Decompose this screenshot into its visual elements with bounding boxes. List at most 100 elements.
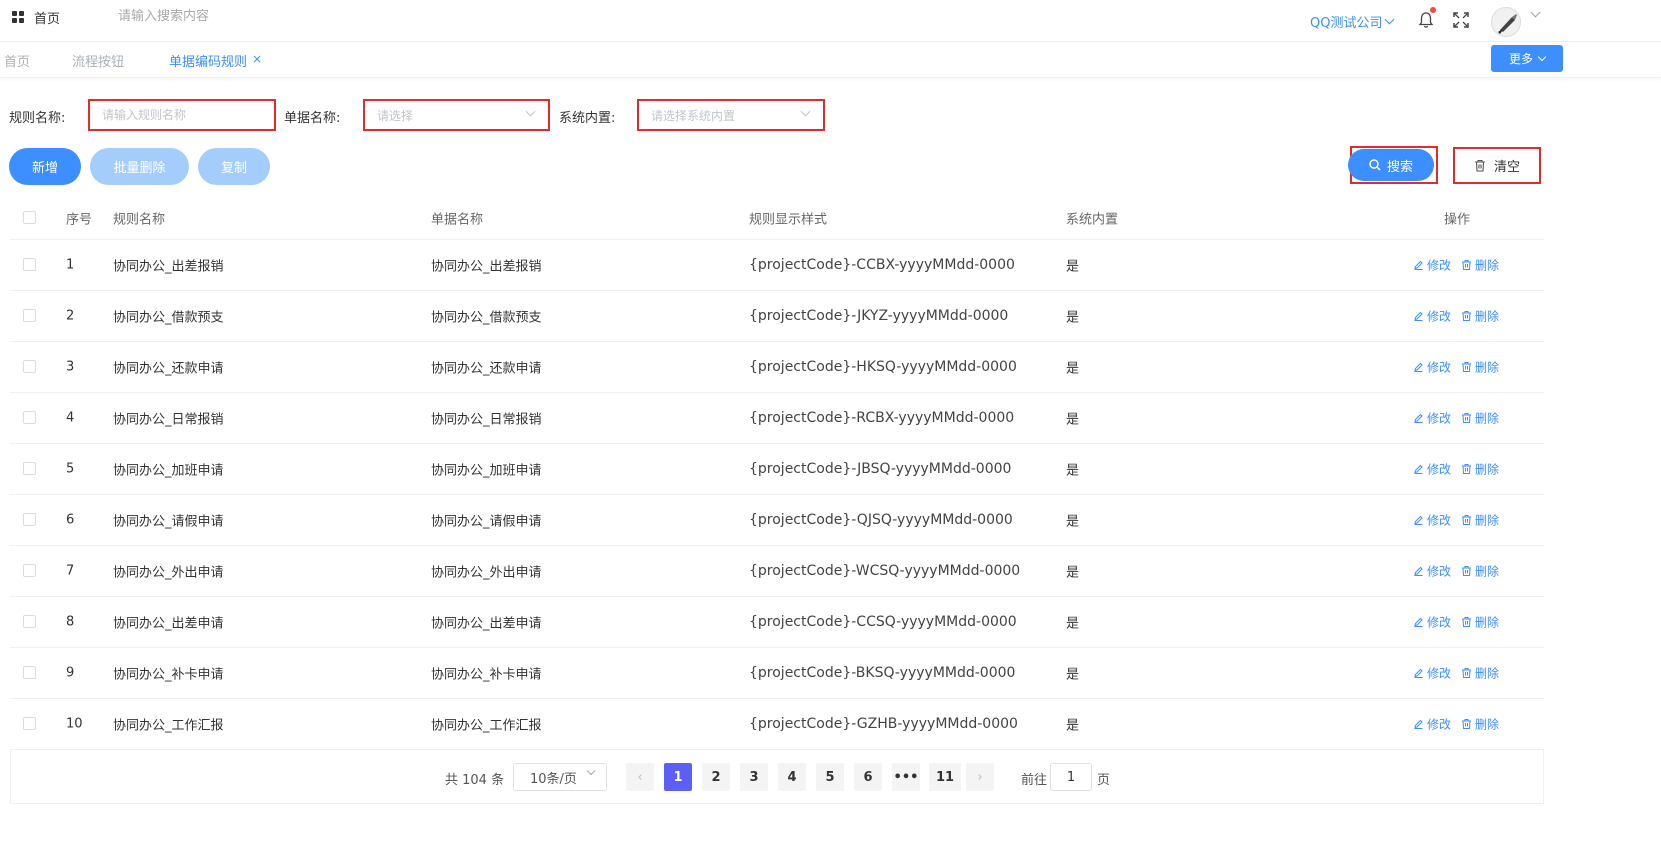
avatar[interactable] — [1491, 7, 1521, 37]
edit-label: 修改 — [1427, 615, 1452, 630]
row-doc-name: 协同办公_日常报销 — [431, 412, 542, 428]
row-checkbox[interactable] — [23, 564, 36, 577]
delete-button[interactable]: 删除 — [1461, 716, 1499, 733]
system-builtin-placeholder: 请选择系统内置 — [651, 108, 736, 123]
page-button[interactable]: 6 — [854, 763, 882, 791]
table-body: 1 协同办公_出差报销 协同办公_出差报销 {projectCode}-CCBX-yy… — [10, 240, 1544, 750]
delete-button[interactable]: 删除 — [1461, 461, 1499, 478]
home-link[interactable]: 首页 — [34, 8, 60, 27]
close-icon[interactable]: × — [252, 52, 262, 66]
delete-button[interactable]: 删除 — [1461, 308, 1499, 325]
delete-button[interactable]: 删除 — [1461, 359, 1499, 376]
add-button[interactable]: 新增 — [9, 148, 81, 185]
row-display-style: {projectCode}-BKSQ-yyyyMMdd-0000 — [749, 665, 1016, 681]
row-checkbox[interactable] — [23, 411, 36, 424]
table-row: 8 协同办公_出差申请 协同办公_出差申请 {projectCode}-CCSQ-yy… — [10, 597, 1544, 648]
prev-page-button[interactable]: ‹ — [626, 763, 654, 791]
edit-button[interactable]: 修改 — [1413, 461, 1451, 478]
system-builtin-select[interactable]: 请选择系统内置 — [637, 99, 825, 131]
delete-button[interactable]: 删除 — [1461, 512, 1499, 529]
batch-delete-button[interactable]: 批量删除 — [90, 148, 189, 185]
page-size-select[interactable]: 10条/页 — [513, 763, 607, 791]
edit-button[interactable]: 修改 — [1413, 257, 1451, 274]
edit-icon — [1414, 668, 1423, 678]
row-rule-name: 协同办公_请假申请 — [113, 514, 224, 530]
search-button[interactable]: 搜索 — [1348, 149, 1434, 181]
edit-button[interactable]: 修改 — [1413, 716, 1451, 733]
row-display-style: {projectCode}-HKSQ-yyyyMMdd-0000 — [749, 359, 1017, 375]
row-system-builtin: 是 — [1066, 565, 1080, 581]
page-button[interactable]: 2 — [702, 763, 730, 791]
row-checkbox[interactable] — [23, 309, 36, 322]
page-ellipsis[interactable]: ••• — [892, 763, 920, 791]
page-button[interactable]: 5 — [816, 763, 844, 791]
row-no: 10 — [66, 716, 83, 732]
row-system-builtin: 是 — [1066, 463, 1080, 479]
delete-button[interactable]: 删除 — [1461, 410, 1499, 427]
trash-icon — [1462, 260, 1472, 270]
row-rule-name: 协同办公_工作汇报 — [113, 718, 224, 734]
row-checkbox[interactable] — [23, 666, 36, 679]
delete-button[interactable]: 删除 — [1461, 563, 1499, 580]
tab-flow-buttons[interactable]: 流程按钮 — [72, 51, 124, 70]
edit-icon — [1414, 413, 1423, 423]
row-rule-name: 协同办公_补卡申请 — [113, 667, 224, 683]
edit-button[interactable]: 修改 — [1413, 410, 1451, 427]
grid-icon[interactable] — [12, 11, 24, 23]
edit-button[interactable]: 修改 — [1413, 614, 1451, 631]
doc-name-select[interactable]: 请选择 — [363, 99, 550, 131]
more-button[interactable]: 更多 — [1491, 45, 1563, 72]
row-doc-name: 协同办公_出差申请 — [431, 616, 542, 632]
page-button[interactable]: 1 — [664, 763, 692, 791]
col-header-operations: 操作 — [1444, 212, 1471, 227]
goto-page-input[interactable] — [1050, 763, 1092, 791]
row-checkbox[interactable] — [23, 360, 36, 373]
delete-button[interactable]: 删除 — [1461, 614, 1499, 631]
fullscreen-icon[interactable] — [1452, 11, 1470, 29]
row-operations: 修改 删除 — [1413, 563, 1499, 580]
edit-button[interactable]: 修改 — [1413, 308, 1451, 325]
delete-button[interactable]: 删除 — [1461, 257, 1499, 274]
row-no: 4 — [66, 410, 75, 426]
edit-button[interactable]: 修改 — [1413, 563, 1451, 580]
row-checkbox[interactable] — [23, 258, 36, 271]
page-button[interactable]: 4 — [778, 763, 806, 791]
row-operations: 修改 删除 — [1413, 461, 1499, 478]
edit-label: 修改 — [1427, 309, 1452, 324]
trash-icon — [1474, 159, 1485, 172]
global-search-input[interactable] — [118, 5, 378, 27]
row-no: 1 — [66, 257, 75, 273]
row-doc-name: 协同办公_加班申请 — [431, 463, 542, 479]
select-all-checkbox[interactable] — [23, 210, 36, 224]
search-icon — [1369, 159, 1381, 171]
edit-button[interactable]: 修改 — [1413, 665, 1451, 682]
chevron-down-icon — [800, 106, 811, 117]
rule-name-input[interactable] — [88, 99, 276, 131]
chevron-down-icon[interactable] — [1530, 7, 1541, 18]
clear-button[interactable]: 清空 — [1453, 147, 1541, 184]
tab-home[interactable]: 首页 — [4, 51, 30, 70]
copy-button[interactable]: 复制 — [198, 148, 270, 185]
company-switcher[interactable]: QQ测试公司 — [1310, 12, 1395, 31]
bell-icon[interactable] — [1418, 11, 1434, 29]
tab-doc-code-rules[interactable]: 单据编码规则 — [169, 51, 247, 70]
trash-icon — [1462, 464, 1472, 474]
chevron-down-icon — [1537, 52, 1547, 61]
row-checkbox[interactable] — [23, 462, 36, 475]
page-button[interactable]: 3 — [740, 763, 768, 791]
edit-button[interactable]: 修改 — [1413, 512, 1451, 529]
row-rule-name: 协同办公_还款申请 — [113, 361, 224, 377]
delete-label: 删除 — [1475, 615, 1500, 630]
row-checkbox[interactable] — [23, 513, 36, 526]
total-count: 共 104 条 — [445, 773, 505, 788]
edit-label: 修改 — [1427, 717, 1452, 732]
edit-button[interactable]: 修改 — [1413, 359, 1451, 376]
row-checkbox[interactable] — [23, 615, 36, 628]
next-page-button[interactable]: › — [966, 763, 994, 791]
row-operations: 修改 删除 — [1413, 614, 1499, 631]
page-button[interactable]: 11 — [929, 763, 961, 791]
delete-button[interactable]: 删除 — [1461, 665, 1499, 682]
row-rule-name: 协同办公_出差申请 — [113, 616, 224, 632]
row-checkbox[interactable] — [23, 717, 36, 730]
edit-label: 修改 — [1427, 513, 1452, 528]
